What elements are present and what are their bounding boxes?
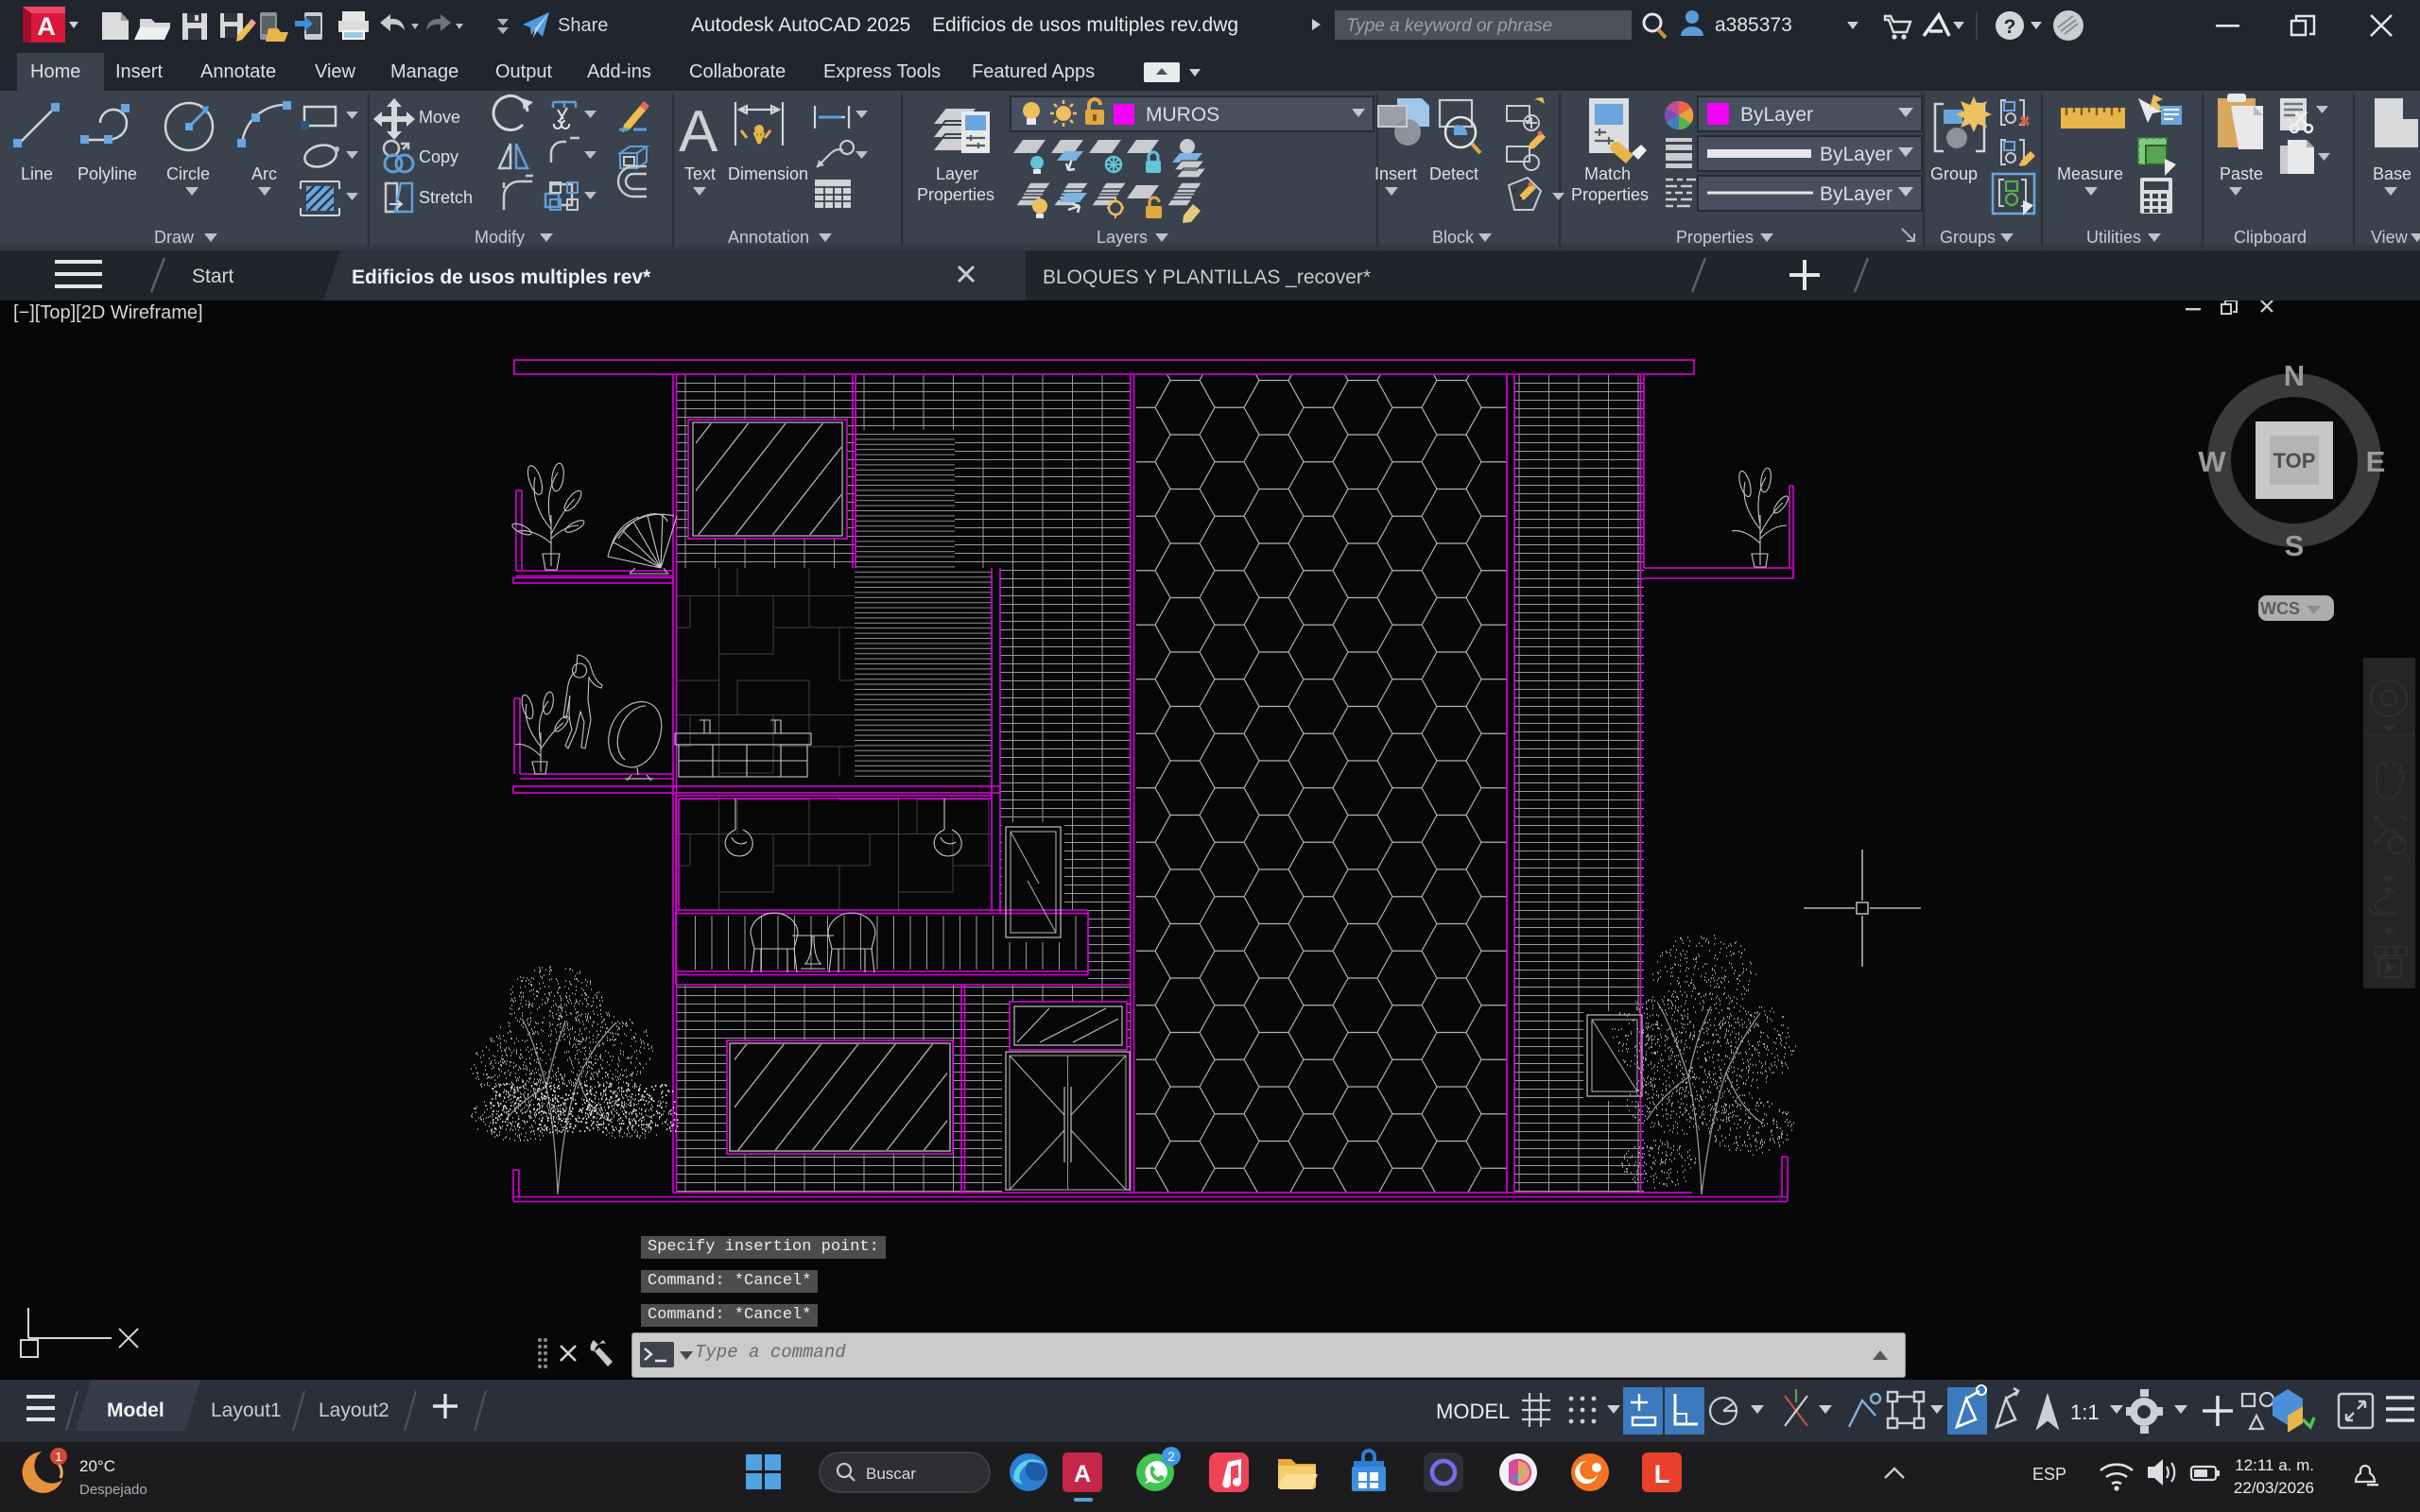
svg-text:Edificios de usos multiples re: Edificios de usos multiples rev.dwg xyxy=(932,14,1238,36)
svg-text:ByLayer: ByLayer xyxy=(1820,183,1893,205)
svg-text:Layers: Layers xyxy=(1097,228,1148,247)
svg-text:Measure: Measure xyxy=(2057,164,2123,183)
svg-text:L: L xyxy=(1654,1460,1670,1488)
svg-text:20°C: 20°C xyxy=(79,1457,115,1475)
svg-text:W: W xyxy=(2198,445,2226,478)
svg-text:ByLayer: ByLayer xyxy=(1740,104,1813,126)
svg-text:Model: Model xyxy=(107,1400,164,1421)
svg-text:Line: Line xyxy=(21,164,53,183)
svg-text:MUROS: MUROS xyxy=(1146,104,1219,126)
svg-text:Modify: Modify xyxy=(475,228,525,247)
svg-text:A: A xyxy=(37,12,56,41)
svg-text:Annotation: Annotation xyxy=(728,228,809,247)
svg-text:Properties: Properties xyxy=(917,185,994,204)
svg-text:Dimension: Dimension xyxy=(728,164,808,183)
svg-text:N: N xyxy=(2284,359,2305,392)
svg-text:1:1: 1:1 xyxy=(2070,1400,2100,1424)
svg-text:2: 2 xyxy=(1167,1449,1175,1464)
svg-text:Layout1: Layout1 xyxy=(211,1400,282,1421)
svg-text:Move: Move xyxy=(419,108,460,127)
svg-text:S: S xyxy=(2285,529,2305,562)
svg-text:Text: Text xyxy=(684,164,716,183)
svg-text:Share: Share xyxy=(558,15,608,36)
svg-text:Edificios de usos multiples re: Edificios de usos multiples rev* xyxy=(352,266,651,288)
svg-text:Despejado: Despejado xyxy=(79,1482,147,1498)
svg-text:View: View xyxy=(2371,228,2409,247)
svg-text:Buscar: Buscar xyxy=(866,1465,916,1483)
svg-text:Properties: Properties xyxy=(1571,185,1649,204)
svg-text:Start: Start xyxy=(192,266,234,287)
svg-text:Match: Match xyxy=(1584,164,1631,183)
svg-text:Type a keyword or phrase: Type a keyword or phrase xyxy=(1346,16,1552,36)
svg-text:22/03/2026: 22/03/2026 xyxy=(2234,1479,2314,1497)
svg-text:Circle: Circle xyxy=(166,164,210,183)
svg-text:Block: Block xyxy=(1432,228,1475,247)
svg-text:Layout2: Layout2 xyxy=(319,1400,389,1421)
svg-text:Copy: Copy xyxy=(419,147,458,166)
svg-text:Group: Group xyxy=(1930,164,1978,183)
svg-text:Paste: Paste xyxy=(2220,164,2263,183)
svg-text:Base: Base xyxy=(2373,164,2411,183)
svg-text:ByLayer: ByLayer xyxy=(1820,144,1893,165)
svg-text:A: A xyxy=(1074,1461,1091,1487)
svg-text:a385373: a385373 xyxy=(1715,14,1792,36)
svg-text:Utilities: Utilities xyxy=(2086,228,2141,247)
svg-text:Insert: Insert xyxy=(1374,164,1417,183)
svg-text:Detect: Detect xyxy=(1429,164,1478,183)
svg-text:12:11 a. m.: 12:11 a. m. xyxy=(2235,1456,2314,1474)
svg-text:E: E xyxy=(2366,445,2386,478)
svg-text:Draw: Draw xyxy=(154,228,195,247)
svg-text:Layer: Layer xyxy=(936,164,978,183)
svg-text:Polyline: Polyline xyxy=(78,164,137,183)
svg-text:A: A xyxy=(679,99,718,164)
svg-text:?: ? xyxy=(2004,16,2016,38)
svg-text:TOP: TOP xyxy=(2273,449,2316,472)
svg-text:WCS: WCS xyxy=(2260,599,2300,618)
svg-text:Clipboard: Clipboard xyxy=(2234,228,2307,247)
svg-text:Arc: Arc xyxy=(251,164,277,183)
svg-text:BLOQUES Y PLANTILLAS _recover*: BLOQUES Y PLANTILLAS _recover* xyxy=(1043,266,1371,288)
svg-text:Autodesk AutoCAD 2025: Autodesk AutoCAD 2025 xyxy=(691,14,910,36)
svg-text:Properties: Properties xyxy=(1676,228,1754,247)
svg-text:Stretch: Stretch xyxy=(419,188,473,207)
svg-text:MODEL: MODEL xyxy=(1436,1400,1510,1423)
svg-text:ESP: ESP xyxy=(2032,1465,2066,1484)
svg-text:Groups: Groups xyxy=(1940,228,1996,247)
svg-text:1: 1 xyxy=(55,1450,61,1464)
